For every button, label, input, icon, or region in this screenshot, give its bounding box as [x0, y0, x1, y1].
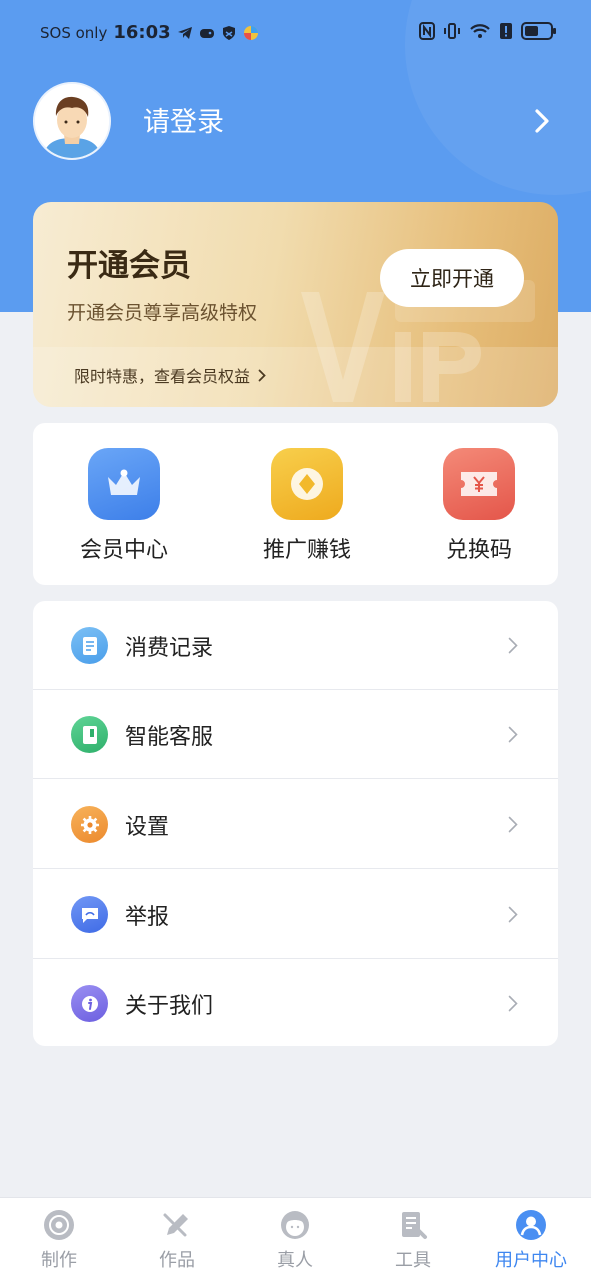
clock-time: 16:03 [113, 22, 171, 43]
menu-item-settings[interactable]: 设置 [33, 780, 558, 869]
tab-label: 工具 [395, 1250, 431, 1271]
profile-row[interactable]: 请登录 [33, 82, 558, 160]
person-face-icon [278, 1208, 312, 1242]
menu-label: 消费记录 [125, 636, 214, 661]
login-prompt[interactable]: 请登录 [143, 100, 224, 139]
service-book-icon [71, 716, 108, 753]
default-avatar-icon [35, 84, 109, 158]
tab-user-center[interactable]: 用户中心 [472, 1208, 590, 1274]
tab-label: 真人 [277, 1250, 313, 1271]
disc-icon [42, 1208, 76, 1242]
quick-action-vip-center[interactable]: 会员中心 [59, 448, 189, 563]
telegram-icon [177, 26, 192, 39]
quick-action-label: 会员中心 [79, 538, 168, 563]
crown-icon [88, 448, 160, 520]
alert-icon [500, 23, 512, 39]
tab-label: 制作 [41, 1250, 77, 1271]
chevron-right-icon [508, 995, 518, 1012]
open-vip-button[interactable]: 立即开通 [380, 249, 524, 307]
tab-tools[interactable]: 工具 [354, 1208, 472, 1274]
report-chat-icon [71, 896, 108, 933]
quick-action-label: 兑换码 [445, 538, 512, 563]
game-controller-icon [199, 28, 214, 38]
menu-label: 设置 [125, 815, 170, 840]
receipt-icon [71, 627, 108, 664]
avatar[interactable] [33, 82, 111, 160]
quick-actions-card: 会员中心 推广赚钱 兑换码 [33, 423, 558, 585]
menu-label: 关于我们 [125, 994, 214, 1019]
quick-action-redeem-code[interactable]: 兑换码 [414, 448, 544, 563]
chevron-right-icon [508, 816, 518, 833]
info-icon [71, 985, 108, 1022]
chevron-right-icon[interactable] [534, 108, 550, 134]
tools-icon [396, 1208, 430, 1242]
vip-promo-text: 限时特惠，查看会员权益 [74, 367, 251, 386]
chevron-right-icon [508, 637, 518, 654]
menu-label: 智能客服 [125, 725, 214, 750]
app-color-icon [243, 25, 258, 40]
user-icon [514, 1208, 548, 1242]
vip-subtitle: 开通会员尊享高级特权 [67, 302, 258, 324]
chevron-right-icon [508, 906, 518, 923]
vibrate-icon [444, 23, 460, 39]
gear-icon [71, 806, 108, 843]
ticket-icon [443, 448, 515, 520]
menu-label: 举报 [125, 905, 170, 930]
vip-promo-link[interactable]: 限时特惠，查看会员权益 [74, 363, 266, 387]
menu-item-spending-records[interactable]: 消费记录 [33, 601, 558, 690]
menu-item-report[interactable]: 举报 [33, 870, 558, 959]
menu-item-smart-support[interactable]: 智能客服 [33, 690, 558, 779]
battery-icon [521, 22, 556, 40]
menu-list: 消费记录 智能客服 设置 举报 关于我们 [33, 601, 558, 1046]
coin-icon [271, 448, 343, 520]
tab-make[interactable]: 制作 [0, 1208, 118, 1274]
pencil-icon [160, 1208, 194, 1242]
wifi-icon [470, 24, 490, 38]
quick-action-label: 推广赚钱 [262, 538, 351, 563]
nfc-icon [419, 22, 435, 40]
tab-label: 作品 [159, 1250, 195, 1271]
quick-action-promote-earn[interactable]: 推广赚钱 [242, 448, 372, 563]
chevron-right-icon [258, 369, 266, 381]
tab-label: 用户中心 [495, 1250, 567, 1271]
carrier-text: SOS only [40, 23, 108, 42]
vip-title: 开通会员 [67, 248, 191, 284]
battery-level [525, 26, 539, 36]
tab-works[interactable]: 作品 [118, 1208, 236, 1274]
vip-card[interactable]: 开通会员 开通会员尊享高级特权 立即开通 限时特惠，查看会员权益 [33, 202, 558, 407]
shield-icon [222, 25, 235, 40]
bottom-tab-bar: 制作 作品 真人 工具 用户中心 [0, 1197, 591, 1280]
menu-item-about-us[interactable]: 关于我们 [33, 959, 558, 1046]
chevron-right-icon [508, 726, 518, 743]
status-bar: SOS only 16:03 [0, 0, 591, 66]
tab-real-person[interactable]: 真人 [236, 1208, 354, 1274]
